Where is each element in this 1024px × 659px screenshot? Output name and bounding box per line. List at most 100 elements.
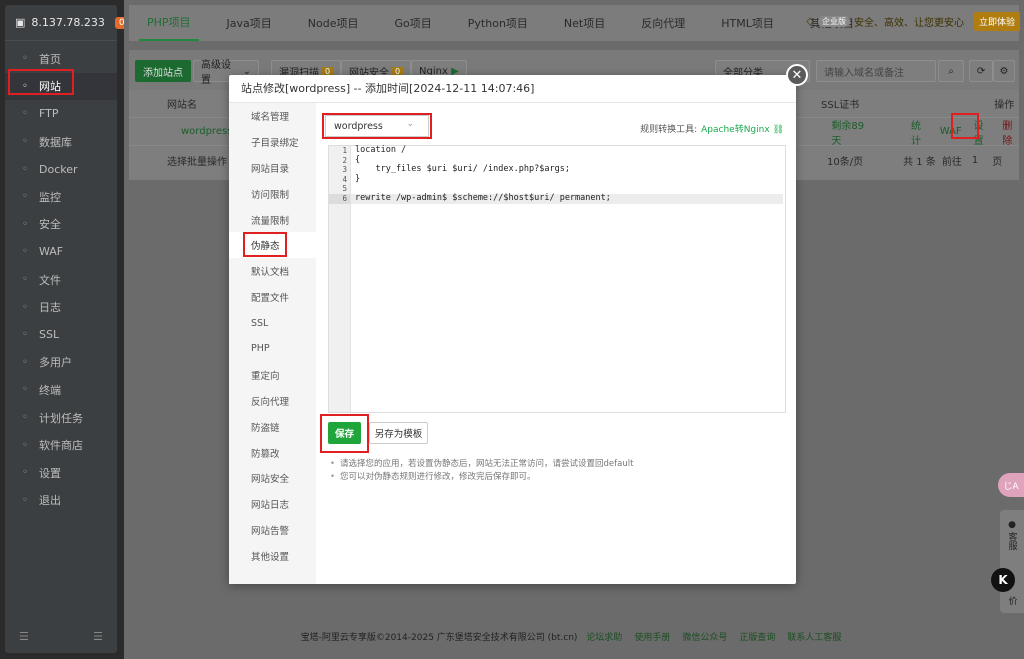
rule-converter: 规则转换工具: Apache转Nginx ⛓: [640, 122, 784, 135]
tab-0[interactable]: PHP项目: [139, 5, 199, 41]
stats-link[interactable]: 统计: [911, 117, 928, 147]
promo-button[interactable]: 立即体验: [973, 12, 1020, 31]
modal-nav-item[interactable]: 域名管理: [229, 103, 316, 129]
modal-body: wordpress ⌄ 规则转换工具: Apache转Nginx ⛓ 123456…: [316, 103, 796, 584]
footer-link[interactable]: 正版查询: [739, 633, 775, 643]
collapse-icon[interactable]: ☰: [19, 630, 29, 643]
menu-icon[interactable]: ☰: [93, 630, 103, 643]
page-footer: 宝塔-阿里云专享版©2014-2025 广东堡塔安全技术有限公司 (bt.cn)…: [129, 630, 1019, 643]
code-editor[interactable]: 123456 location /{ try_files $uri $uri/ …: [328, 145, 786, 413]
sidebar-item-13[interactable]: ◦ 计划任务: [5, 404, 117, 432]
sidebar-item-15[interactable]: ◦ 设置: [5, 459, 117, 487]
shield-icon: ◦: [22, 218, 28, 230]
modal-nav-item[interactable]: 网站目录: [229, 155, 316, 181]
close-icon[interactable]: ✕: [786, 64, 808, 86]
tab-5[interactable]: Net项目: [556, 5, 613, 41]
database-icon: ◦: [22, 136, 28, 148]
line-number: 5: [342, 184, 347, 194]
promo-text: 安全、高效、让您更安心: [854, 18, 964, 29]
sidebar-item-label: 终端: [39, 383, 61, 397]
modal-nav-item[interactable]: 其他设置: [229, 543, 316, 569]
customer-service-float[interactable]: ● 客服 价: [1000, 510, 1024, 613]
sidebar-item-6[interactable]: ◦ 安全: [5, 211, 117, 239]
search-icon[interactable]: ⌕: [938, 60, 964, 82]
log-icon: ◦: [22, 301, 28, 313]
k-logo-icon[interactable]: K: [991, 568, 1015, 592]
per-page-select[interactable]: 10条/页: [827, 153, 863, 168]
code-line: }: [355, 173, 361, 184]
sidebar-item-16[interactable]: ◦ 退出: [5, 487, 117, 515]
refresh-icon[interactable]: ⟳: [969, 60, 993, 82]
delete-link[interactable]: 删除: [1002, 117, 1019, 147]
sidebar-item-12[interactable]: ◦ 终端: [5, 376, 117, 404]
highlight-box-settings: [951, 113, 979, 139]
modal-nav-item[interactable]: 网站告警: [229, 517, 316, 543]
col-ops: 操作: [994, 100, 1015, 111]
sidebar-item-label: 首页: [39, 52, 61, 66]
service-label: 客服: [1006, 532, 1017, 550]
sidebar-footer: ☰ ☰: [19, 630, 103, 643]
save-button[interactable]: 保存: [328, 422, 361, 444]
modal-nav-item[interactable]: 配置文件: [229, 284, 316, 310]
sidebar-item-label: 监控: [39, 190, 61, 204]
modal-nav-item[interactable]: 访问限制: [229, 181, 316, 207]
modal-nav-item[interactable]: 子目录绑定: [229, 129, 316, 155]
modal-nav-item[interactable]: 重定向: [229, 362, 316, 388]
modal-nav-item[interactable]: 防盗链: [229, 414, 316, 440]
footer-link[interactable]: 论坛求助: [586, 633, 622, 643]
modal-nav-item[interactable]: 默认文档: [229, 258, 316, 284]
add-site-button[interactable]: 添加站点: [135, 60, 191, 82]
sidebar-item-3[interactable]: ◦ 数据库: [5, 128, 117, 156]
save-as-template-button[interactable]: 另存为模板: [369, 422, 428, 444]
server-ip: 8.137.78.233: [31, 16, 105, 29]
highlight-box-website: [8, 69, 74, 95]
footer-link[interactable]: 使用手册: [634, 633, 670, 643]
search-input[interactable]: 请输入域名或备注: [816, 60, 936, 82]
modal-nav-item[interactable]: 防篡改: [229, 440, 316, 466]
sidebar-item-10[interactable]: ◦ SSL: [5, 321, 117, 349]
sidebar-item-7[interactable]: ◦ WAF: [5, 238, 117, 266]
highlight-box-select: [322, 113, 432, 139]
tab-3[interactable]: Go项目: [387, 5, 440, 41]
sidebar-item-9[interactable]: ◦ 日志: [5, 293, 117, 321]
modal-nav-item[interactable]: 反向代理: [229, 388, 316, 414]
modal-title: 站点修改[wordpress] -- 添加时间[2024-12-11 14:07…: [229, 75, 796, 103]
sidebar-item-11[interactable]: ◦ 多用户: [5, 349, 117, 377]
modal-nav-item[interactable]: PHP: [229, 336, 316, 362]
line-number: 2: [342, 155, 347, 165]
page-suffix: 页: [992, 156, 1003, 168]
ssl-days[interactable]: 剩余89天: [831, 117, 867, 147]
sidebar-item-label: 文件: [39, 273, 61, 287]
code-content: location /{ try_files $uri $uri/ /index.…: [351, 145, 785, 204]
tab-2[interactable]: Node项目: [300, 5, 367, 41]
server-header: ▣ 8.137.78.233 0: [5, 5, 129, 41]
sidebar-item-4[interactable]: ◦ Docker: [5, 155, 117, 183]
page-input[interactable]: 1: [972, 155, 978, 166]
tab-1[interactable]: Java项目: [219, 5, 280, 41]
modal-nav-item[interactable]: 网站日志: [229, 491, 316, 517]
sidebar-item-2[interactable]: ◦ FTP: [5, 100, 117, 128]
footer-link[interactable]: 微信公众号: [682, 633, 727, 643]
modal-nav-item[interactable]: 流量限制: [229, 207, 316, 233]
sidebar-item-8[interactable]: ◦ 文件: [5, 266, 117, 294]
sidebar-item-label: SSL: [39, 328, 60, 342]
modal-nav-item[interactable]: 网站安全: [229, 465, 316, 491]
site-name-link[interactable]: wordpress: [181, 126, 232, 137]
tab-6[interactable]: 反向代理: [633, 5, 693, 41]
batch-select[interactable]: 选择批量操作: [167, 153, 227, 168]
apache-to-nginx-link[interactable]: Apache转Nginx: [701, 125, 770, 135]
tips-list: 请选择您的应用，若设置伪静态后，网站无法正常访问，请尝试设置回default您可…: [330, 458, 633, 484]
code-line: location /: [355, 145, 407, 155]
footer-link[interactable]: 联系人工客服: [787, 633, 841, 643]
diamond-icon: ◇: [806, 16, 814, 27]
modal-nav-item[interactable]: SSL: [229, 310, 316, 336]
sidebar-item-5[interactable]: ◦ 监控: [5, 183, 117, 211]
tab-7[interactable]: HTML项目: [713, 5, 782, 41]
gear-icon[interactable]: ⚙: [993, 60, 1015, 82]
gear-icon: ◦: [22, 467, 28, 479]
highlight-box-rewrite: [243, 232, 287, 257]
translate-float[interactable]: じA: [998, 473, 1024, 497]
col-ssl: SSL证书: [821, 100, 860, 111]
sidebar-item-14[interactable]: ◦ 软件商店: [5, 431, 117, 459]
tab-4[interactable]: Python项目: [460, 5, 536, 41]
